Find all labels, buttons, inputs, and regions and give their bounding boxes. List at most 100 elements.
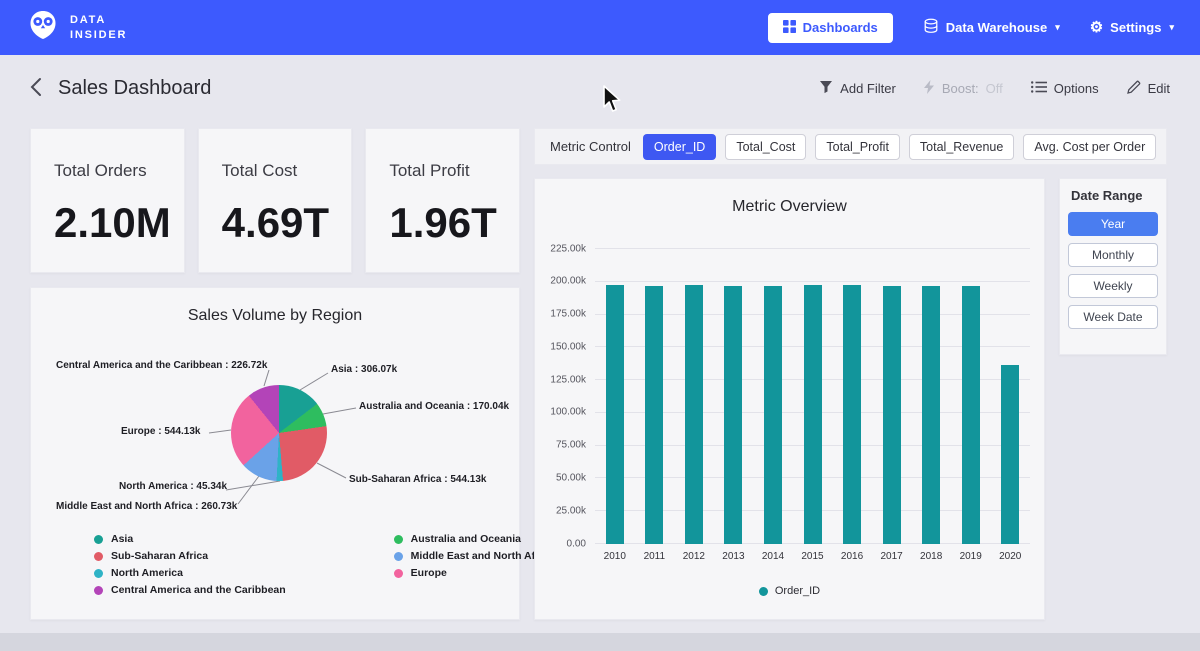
bar-2010[interactable] [606, 285, 624, 544]
kpi-value: 1.96T [389, 199, 519, 247]
legend-item-europe: Europe [394, 567, 554, 579]
legend-item-middle-east-and-north-africa: Middle East and North Africa [394, 550, 554, 562]
bar-2015[interactable] [804, 285, 822, 544]
y-axis-tick-label: 200.00k [550, 276, 586, 287]
y-axis-tick-label: 0.00 [567, 538, 586, 549]
options-label: Options [1054, 81, 1099, 96]
bar-2012[interactable] [685, 285, 703, 544]
boost-toggle[interactable]: Boost: Off [924, 80, 1003, 97]
y-axis-tick-label: 175.00k [550, 309, 586, 320]
bar-slot-2015 [793, 249, 833, 544]
x-labels: 2010201120122013201420152016201720182019… [595, 551, 1030, 562]
x-axis-tick-label: 2010 [595, 551, 635, 562]
owl-logo-icon [26, 8, 60, 47]
y-axis-tick-label: 25.00k [556, 505, 586, 516]
bar-2016[interactable] [843, 285, 861, 544]
kpi-card-total-profit: Total Profit 1.96T [365, 128, 520, 273]
date-range-option-year[interactable]: Year [1068, 212, 1158, 236]
y-axis-tick-label: 50.00k [556, 472, 586, 483]
bar-slot-2016 [832, 249, 872, 544]
bar-legend-label: Order_ID [775, 585, 820, 597]
bar-plot: 0.0025.00k50.00k75.00k100.00k125.00k150.… [595, 249, 1030, 544]
brand: DATA INSIDER [26, 8, 127, 47]
bar-2020[interactable] [1001, 365, 1019, 544]
options-button[interactable]: Options [1031, 81, 1099, 96]
bar-slot-2010 [595, 249, 635, 544]
x-axis-tick-label: 2012 [674, 551, 714, 562]
bar-slot-2020 [990, 249, 1030, 544]
metric-option-avg-cost-per-order[interactable]: Avg. Cost per Order [1023, 134, 1156, 160]
date-range-option-monthly[interactable]: Monthly [1068, 243, 1158, 267]
bar-2019[interactable] [962, 286, 980, 544]
legend-label: Sub-Saharan Africa [111, 550, 208, 562]
metric-control-label: Metric Control [550, 139, 631, 154]
bar-2014[interactable] [764, 286, 782, 544]
edit-label: Edit [1148, 81, 1170, 96]
bar-2013[interactable] [724, 286, 742, 544]
y-axis-tick-label: 100.00k [550, 407, 586, 418]
legend-item-sub-saharan-africa: Sub-Saharan Africa [94, 550, 286, 562]
legend-label: Europe [411, 567, 447, 579]
chevron-left-icon [30, 77, 42, 100]
pie-legend-col1: Asia Sub-Saharan Africa North America Centr… [94, 533, 286, 596]
bar-slot-2017 [872, 249, 912, 544]
pie-legend-col2: Australia and OceaniaMiddle East and Nor… [394, 533, 554, 596]
metric-control-bar: Metric Control Order_ID Total_Cost Total_P… [534, 128, 1167, 165]
bar-slot-2018 [911, 249, 951, 544]
legend-label: Middle East and North Africa [411, 550, 554, 562]
pie-slice-label-australia-and-oceania: Australia and Oceania : 170.04k [359, 401, 509, 412]
bar-2017[interactable] [883, 286, 901, 544]
bar-2011[interactable] [645, 286, 663, 544]
app: DATA INSIDER Dashboards [0, 0, 1200, 651]
date-range-buttons: Year Monthly Weekly Week Date [1068, 212, 1158, 329]
kpi-label: Total Profit [389, 161, 519, 181]
pie-slice-label-sub-saharan-africa: Sub-Saharan Africa : 544.13k [349, 474, 486, 485]
y-axis-tick-label: 125.00k [550, 374, 586, 385]
data-warehouse-label: Data Warehouse [946, 20, 1047, 35]
x-axis-tick-label: 2018 [911, 551, 951, 562]
back-button[interactable] [30, 77, 42, 100]
settings-menu[interactable]: ⚙ Settings ▾ [1090, 20, 1174, 35]
top-navbar: DATA INSIDER Dashboards [0, 0, 1200, 55]
dashboards-button[interactable]: Dashboards [768, 13, 893, 43]
metric-option-order-id[interactable]: Order_ID [643, 134, 716, 160]
page-header: Sales Dashboard Add Filter Boost: Off [0, 55, 1200, 121]
add-filter-button[interactable]: Add Filter [819, 80, 896, 97]
metric-option-total-cost[interactable]: Total_Cost [725, 134, 806, 160]
dashboards-label: Dashboards [803, 20, 878, 35]
metric-option-total-revenue[interactable]: Total_Revenue [909, 134, 1014, 160]
date-range-card: Date Range Year Monthly Weekly Week Date [1059, 178, 1167, 355]
date-range-option-week-date[interactable]: Week Date [1068, 305, 1158, 329]
legend-dot-icon [394, 535, 403, 544]
bar-2018[interactable] [922, 286, 940, 544]
date-range-option-weekly[interactable]: Weekly [1068, 274, 1158, 298]
legend-label: Asia [111, 533, 133, 545]
header-actions: Add Filter Boost: Off Options [819, 80, 1170, 97]
legend-label: North America [111, 567, 183, 579]
kpi-label: Total Orders [54, 161, 184, 181]
x-axis-tick-label: 2011 [635, 551, 675, 562]
x-axis-tick-label: 2015 [793, 551, 833, 562]
x-axis-tick-label: 2014 [753, 551, 793, 562]
bar-slot-2012 [674, 249, 714, 544]
kpi-label: Total Cost [222, 161, 352, 181]
pie-slice-label-asia: Asia : 306.07k [331, 364, 397, 375]
bar-chart-legend: Order_ID [535, 585, 1044, 597]
legend-label: Central America and the Caribbean [111, 584, 286, 596]
pie-slice-label-middle-east-and-north-africa: Middle East and North Africa : 260.73k [56, 501, 237, 512]
brand-text: DATA INSIDER [70, 13, 127, 42]
edit-button[interactable]: Edit [1127, 80, 1170, 97]
chevron-down-icon: ▾ [1169, 22, 1174, 33]
date-range-title: Date Range [1068, 188, 1158, 203]
legend-dot-icon [94, 552, 103, 561]
data-warehouse-menu[interactable]: Data Warehouse ▾ [923, 18, 1060, 37]
bar-legend-dot-icon [759, 587, 768, 596]
kpi-value: 4.69T [222, 199, 352, 247]
pie-slice-label-north-america: North America : 45.34k [119, 481, 227, 492]
bar-slot-2011 [635, 249, 675, 544]
legend-item-central-america-and-the-caribbean: Central America and the Caribbean [94, 584, 286, 596]
pie-chart-card: Sales Volume by Region Asia : 306.07kAus… [30, 287, 520, 620]
kpi-row: Total Orders 2.10M Total Cost 4.69T Tota… [30, 128, 520, 273]
metric-option-total-profit[interactable]: Total_Profit [815, 134, 900, 160]
legend-dot-icon [94, 535, 103, 544]
